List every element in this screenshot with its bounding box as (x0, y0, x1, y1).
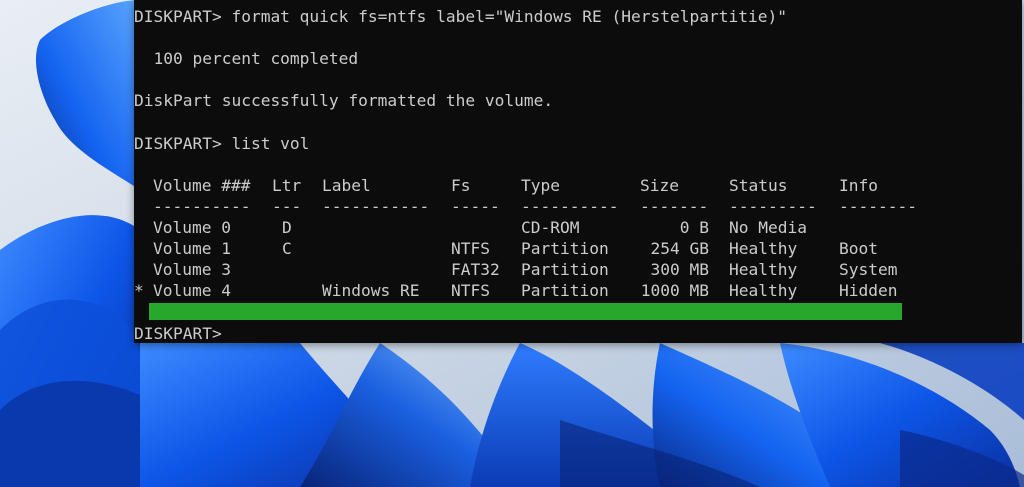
header-status: Status (729, 176, 788, 195)
table-header: Volume ### Ltr Label Fs Type Size Status… (134, 175, 1022, 196)
header-label: Label (322, 176, 371, 195)
separator-ltr: --- (272, 197, 302, 216)
cell-label: Windows RE (322, 281, 420, 300)
format-command-line: DISKPART> format quick fs=ntfs label="Wi… (134, 7, 787, 26)
table-row: Volume 3 FAT32 Partition 300 MB Healthy … (134, 259, 1022, 280)
cell-size: 0 B (679, 218, 709, 237)
cell-volume: Volume 4 (153, 281, 231, 300)
separator-size: ------- (640, 197, 709, 216)
cell-fs: NTFS (451, 239, 490, 258)
cell-info: System (839, 260, 898, 279)
cell-ltr: D (282, 218, 292, 237)
cell-volume: Volume 0 (153, 218, 231, 237)
cell-fs: NTFS (451, 281, 490, 300)
cell-type: Partition (521, 260, 609, 279)
header-volume: Volume ### (153, 176, 251, 195)
separator-fs: ----- (451, 197, 500, 216)
cell-type: Partition (521, 239, 609, 258)
cell-size: 254 GB (650, 239, 709, 258)
list-vol-command-line: DISKPART> list vol (134, 134, 310, 153)
separator-volume: ---------- (153, 197, 251, 216)
separator-info: -------- (839, 197, 917, 216)
cell-type: Partition (521, 281, 609, 300)
highlight-bar (149, 303, 902, 320)
header-size: Size (640, 176, 679, 195)
selected-marker: * (134, 281, 144, 300)
cell-info: Boot (839, 239, 878, 258)
cell-status: No Media (729, 218, 807, 237)
cell-fs: FAT32 (451, 260, 500, 279)
cell-volume: Volume 1 (153, 239, 231, 258)
table-row: Volume 0 D CD-ROM 0 B No Media (134, 217, 1022, 238)
cell-status: Healthy (729, 281, 798, 300)
cell-size: 300 MB (650, 260, 709, 279)
cell-info: Hidden (839, 281, 898, 300)
terminal-window[interactable]: DISKPART> format quick fs=ntfs label="Wi… (134, 0, 1022, 343)
table-row: Volume 1 C NTFS Partition 254 GB Healthy… (134, 238, 1022, 259)
cell-status: Healthy (729, 260, 798, 279)
separator-type: ---------- (521, 197, 619, 216)
diskpart-prompt[interactable]: DISKPART> (134, 323, 231, 343)
header-info: Info (839, 176, 878, 195)
table-separator: ---------- --- ----------- ----- -------… (134, 196, 1022, 217)
header-ltr: Ltr (272, 176, 302, 195)
cell-ltr: C (282, 239, 292, 258)
progress-line: 100 percent completed (134, 49, 359, 68)
header-fs: Fs (451, 176, 471, 195)
table-row-selected: * Volume 4 Windows RE NTFS Partition 100… (134, 280, 1022, 301)
success-message: DiskPart successfully formatted the volu… (134, 91, 554, 110)
header-type: Type (521, 176, 560, 195)
separator-label: ----------- (322, 197, 430, 216)
cell-type: CD-ROM (521, 218, 580, 237)
separator-status: --------- (729, 197, 817, 216)
cell-size: 1000 MB (640, 281, 709, 300)
cell-volume: Volume 3 (153, 260, 231, 279)
cell-status: Healthy (729, 239, 798, 258)
